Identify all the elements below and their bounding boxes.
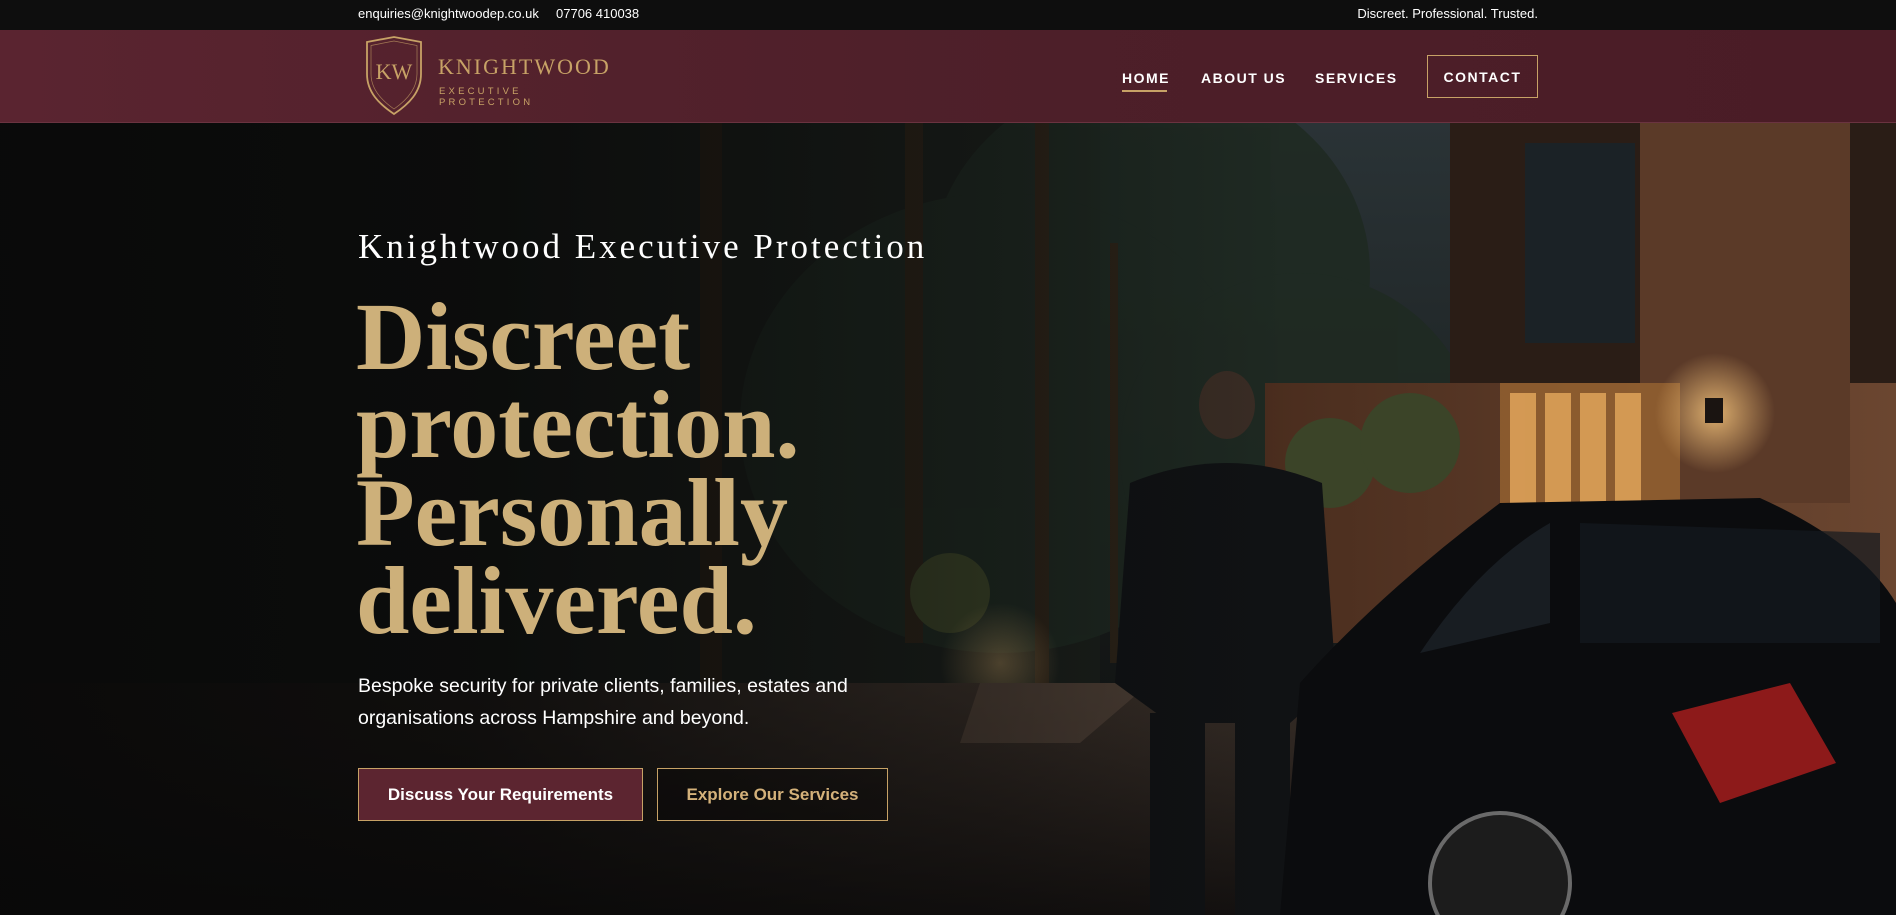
- shield-icon: KW: [366, 36, 422, 116]
- site-header: KW KNIGHTWOOD EXECUTIVE PROTECTION HOME …: [0, 30, 1896, 123]
- logo-monogram: KW: [376, 59, 413, 84]
- phone-link[interactable]: 07706 410038: [556, 6, 639, 21]
- hero-eyebrow: Knightwood Executive Protection: [358, 227, 928, 266]
- explore-services-button[interactable]: Explore Our Services: [657, 768, 888, 821]
- logo-link[interactable]: KW KNIGHTWOOD EXECUTIVE PROTECTION: [364, 36, 614, 118]
- logo-subtitle: EXECUTIVE PROTECTION: [439, 86, 534, 108]
- top-bar: enquiries@knightwoodep.co.uk 07706 41003…: [0, 0, 1896, 30]
- headline-line: protection.: [356, 371, 800, 478]
- logo-title: KNIGHTWOOD: [438, 54, 611, 79]
- nav-home[interactable]: HOME: [1122, 70, 1170, 86]
- tagline: Discreet. Professional. Trusted.: [1357, 6, 1538, 21]
- headline-line: delivered.: [356, 547, 757, 654]
- headline-line: Discreet: [356, 283, 691, 390]
- hero-section: Knightwood Executive Protection Discreet…: [0, 123, 1896, 915]
- hero-headline: Discreet protection. Personally delivere…: [356, 283, 976, 654]
- active-indicator: [1122, 90, 1167, 92]
- discuss-requirements-button[interactable]: Discuss Your Requirements: [358, 768, 643, 821]
- email-link[interactable]: enquiries@knightwoodep.co.uk: [358, 6, 539, 21]
- nav-contact-button[interactable]: CONTACT: [1427, 55, 1538, 98]
- nav-about-us[interactable]: ABOUT US: [1201, 70, 1286, 86]
- hero-description: Bespoke security for private clients, fa…: [358, 675, 848, 729]
- headline-line: Personally: [356, 459, 788, 566]
- nav-services[interactable]: SERVICES: [1315, 70, 1398, 86]
